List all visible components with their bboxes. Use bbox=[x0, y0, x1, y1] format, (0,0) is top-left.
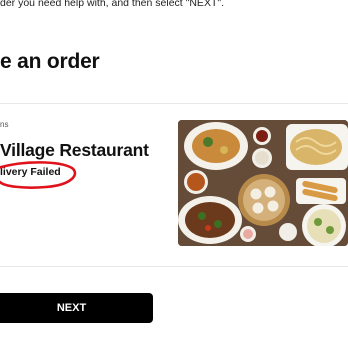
delivery-status: livery Failed bbox=[0, 166, 61, 178]
restaurant-food-image bbox=[178, 120, 348, 246]
bottom-divider bbox=[0, 266, 348, 267]
items-count-label: ns bbox=[0, 120, 9, 129]
instruction-text: der you need help with, and then select … bbox=[0, 0, 225, 9]
restaurant-name: Village Restaurant bbox=[0, 140, 149, 160]
next-button[interactable]: NEXT bbox=[0, 293, 153, 323]
order-card[interactable]: ns Village Restaurant livery Failed bbox=[0, 104, 348, 266]
page-title: e an order bbox=[0, 50, 100, 73]
